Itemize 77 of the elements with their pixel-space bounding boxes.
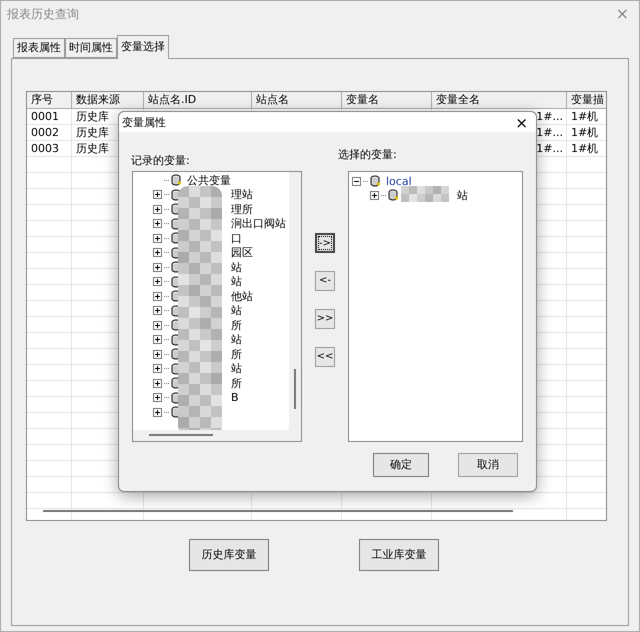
expand-icon[interactable] [153, 320, 162, 330]
database-icon [370, 175, 381, 187]
expand-icon[interactable] [153, 190, 162, 199]
expand-icon[interactable] [153, 393, 162, 402]
expand-icon[interactable] [153, 248, 162, 257]
expand-icon[interactable] [153, 408, 162, 416]
table-cell: 历史库 [76, 109, 109, 124]
section-label: 记录的变量: [131, 153, 190, 169]
tree-item[interactable]: 站 [231, 362, 242, 375]
tree-item[interactable]: 口 [231, 232, 242, 244]
move-button[interactable]: <- [315, 271, 335, 291]
table-cell: 1#... [536, 109, 563, 124]
tree-item[interactable]: 涧出口阀站 [231, 217, 286, 230]
database-icon [388, 189, 399, 201]
column-header[interactable]: 变量名 [342, 92, 432, 109]
expand-icon[interactable] [153, 262, 162, 272]
table-cell: 1#... [536, 141, 563, 156]
table-cell: 0001 [31, 109, 59, 124]
button[interactable]: 历史库变量 [189, 539, 269, 571]
collapse-icon[interactable] [352, 176, 361, 186]
expand-icon[interactable] [370, 190, 379, 200]
table-cell: 0003 [31, 141, 59, 156]
expand-icon[interactable] [153, 306, 162, 315]
tree-item[interactable]: 站 [457, 188, 468, 202]
column-header[interactable]: 序号 [27, 92, 72, 109]
tree-item[interactable]: 理所 [231, 202, 253, 216]
expand-icon[interactable] [153, 364, 162, 373]
expand-icon[interactable] [153, 219, 162, 228]
tree-item[interactable]: 站 [231, 260, 242, 274]
database-icon [171, 174, 182, 186]
column-header[interactable]: 站点名.ID [144, 92, 252, 109]
move-button[interactable]: >> [315, 309, 335, 329]
tree-item[interactable]: 所 [231, 348, 242, 360]
tree-item[interactable]: 所 [231, 376, 242, 390]
expand-icon[interactable] [153, 335, 162, 344]
table-cell: 1#机 [571, 125, 598, 140]
ok-button[interactable]: 确定 [373, 453, 429, 477]
button[interactable]: 工业库变量 [359, 539, 439, 571]
table-cell: 1#机 [571, 109, 598, 124]
column-header[interactable]: 站点名 [252, 92, 342, 109]
tree-item[interactable]: 园区 [231, 246, 253, 259]
table-cell: 历史库 [76, 141, 109, 156]
tab[interactable]: 报表属性 [13, 38, 65, 58]
tree-item[interactable]: local [386, 174, 412, 188]
move-button[interactable]: << [315, 347, 335, 367]
tree-item[interactable]: 所 [231, 318, 242, 332]
section-label: 选择的变量: [338, 147, 397, 163]
tab[interactable]: 变量选择 [117, 35, 169, 59]
table-cell: 1#... [536, 125, 563, 140]
table-cell: 0002 [31, 125, 59, 140]
table-cell: 历史库 [76, 125, 109, 140]
table-cell: 1#机 [571, 141, 598, 156]
scrollbar-thumb[interactable] [294, 369, 296, 409]
column-header[interactable]: 变量全名 [432, 92, 567, 109]
column-header[interactable]: 变量描 [567, 92, 606, 109]
scrollbar-thumb[interactable] [149, 434, 213, 436]
tree-item[interactable]: 站 [231, 304, 242, 317]
expand-icon[interactable] [153, 350, 162, 358]
scrollbar-thumb[interactable] [43, 510, 513, 512]
close-button[interactable]: × [515, 112, 533, 134]
expand-icon[interactable] [153, 204, 162, 214]
tree-item[interactable]: 他站 [231, 290, 253, 302]
column-header[interactable]: 数据来源 [72, 92, 144, 109]
tree-item[interactable]: 公共变量 [187, 174, 231, 186]
expand-icon[interactable] [153, 234, 162, 242]
expand-icon[interactable] [153, 292, 162, 300]
tree-item[interactable]: 站 [231, 333, 242, 346]
cancel-button[interactable]: 取消 [458, 453, 518, 477]
tab[interactable]: 时间属性 [65, 38, 117, 58]
tree-item[interactable]: 站 [231, 275, 242, 288]
tree-item[interactable]: B [231, 391, 239, 404]
expand-icon[interactable] [153, 378, 162, 388]
expand-icon[interactable] [153, 277, 162, 286]
move-button[interactable]: -> [315, 233, 335, 253]
dialog-title: 变量属性 [122, 114, 166, 131]
tree-item[interactable]: 理站 [231, 188, 253, 201]
window-title: 报表历史查询 [7, 6, 79, 23]
